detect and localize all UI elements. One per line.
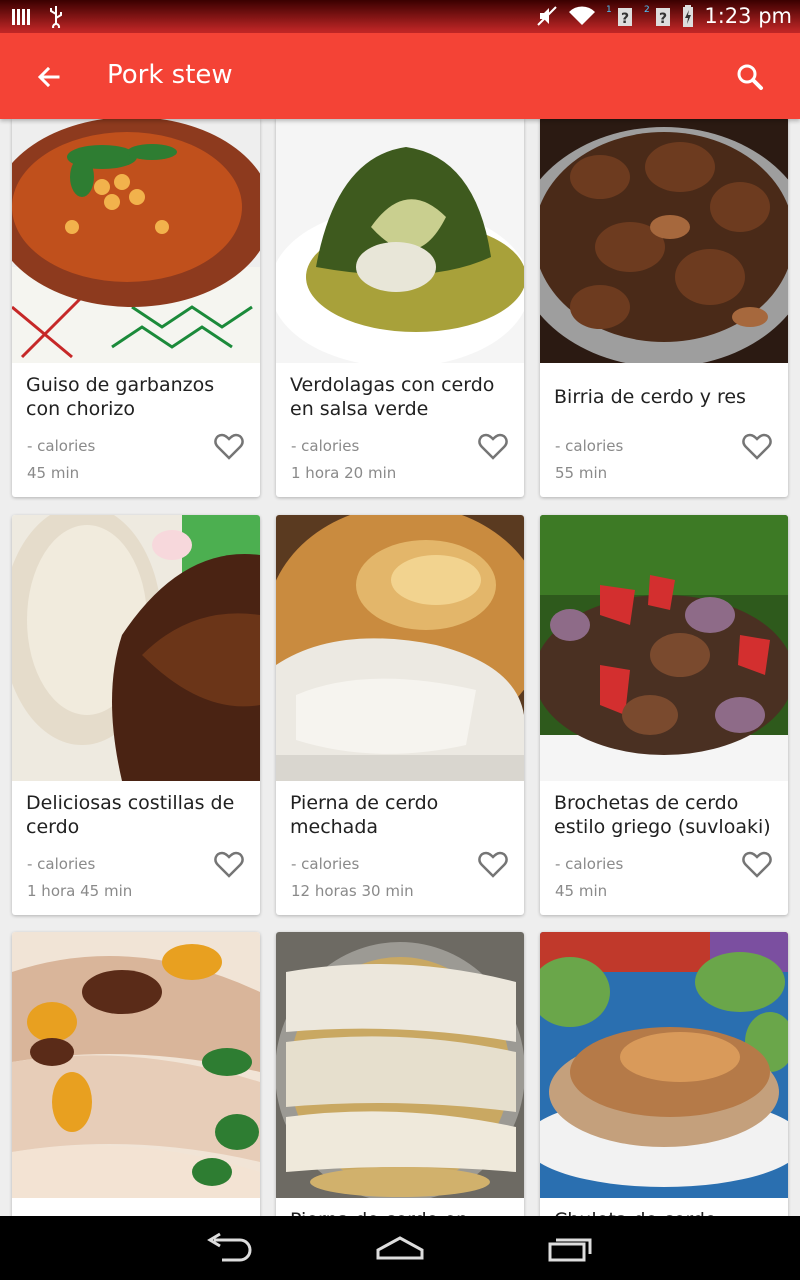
recipe-photo [276,515,524,781]
recipe-card[interactable]: Brochetas de cerdo estilo griego (suvloa… [540,515,788,915]
recipe-title: Chuleta de cerdo [554,1208,779,1216]
sim2-unknown-icon: 2? [644,5,671,27]
recipe-grid[interactable]: Guiso de garbanzos con chorizo - calorie… [0,119,800,1216]
recipe-photo [276,119,524,363]
heart-icon[interactable] [478,851,508,879]
recipe-title: Pierna de cerdo en salsa [290,1208,515,1216]
recipe-calories: - calories [291,855,360,873]
home-nav-icon[interactable] [370,1230,430,1266]
recipe-card[interactable]: Pierna de cerdo en salsa [276,932,524,1216]
heart-icon[interactable] [742,433,772,461]
recipe-card[interactable]: Guiso de garbanzos con chorizo - calorie… [12,119,260,497]
svg-text:2: 2 [644,5,650,15]
arrow-back-icon[interactable] [28,58,68,98]
recipe-calories: - calories [27,855,96,873]
recipe-photo [540,932,788,1198]
recipe-title: Verdolagas con cerdo en salsa verde [290,374,495,420]
recipe-title: Birria de cerdo y res [554,386,746,408]
usb-icon [50,6,62,28]
search-icon[interactable] [730,57,770,97]
svg-text:1: 1 [606,5,612,15]
wifi-icon [569,6,596,25]
recipe-photo [540,119,788,363]
recipe-title: Brochetas de cerdo estilo griego (suvloa… [554,792,771,838]
heart-icon[interactable] [214,851,244,879]
recipe-card[interactable]: Deliciosas costillas de cerdo - calories… [12,515,260,915]
recipe-calories: - calories [555,855,624,873]
mute-icon [537,6,558,26]
recipe-card[interactable]: Chuleta de cerdo [540,932,788,1216]
recents-nav-icon[interactable] [540,1230,600,1266]
recipe-card[interactable] [12,932,260,1216]
heart-icon[interactable] [478,433,508,461]
recipe-title: Pierna de cerdo mechada [290,792,439,838]
recipe-time: 45 min [27,464,80,482]
battery-charging-icon [683,5,694,27]
recipe-photo [12,119,260,363]
notification-bars-icon [12,9,30,25]
recipe-card[interactable]: Pierna de cerdo mechada - calories 12 ho… [276,515,524,915]
recipe-photo [12,932,260,1198]
heart-icon[interactable] [742,851,772,879]
recipe-time: 45 min [555,882,608,900]
recipe-card[interactable]: Verdolagas con cerdo en salsa verde - ca… [276,119,524,497]
sim1-unknown-icon: 1? [606,5,633,27]
recipe-card[interactable]: Birria de cerdo y res - calories 55 min [540,119,788,497]
recipe-photo [540,515,788,781]
heart-icon[interactable] [214,433,244,461]
svg-text:?: ? [659,11,667,27]
recipe-time: 1 hora 45 min [27,882,133,900]
recipe-title: Deliciosas costillas de cerdo [26,792,235,838]
recipe-time: 55 min [555,464,608,482]
app-bar: Pork stew [0,33,800,119]
status-time: 1:23 pm [704,4,792,28]
svg-text:?: ? [621,11,629,27]
status-bar: 1? 2? 1:23 pm [0,0,800,33]
recipe-photo [276,932,524,1198]
recipe-title: Guiso de garbanzos con chorizo [26,374,215,420]
page-title: Pork stew [107,60,233,90]
recipe-photo [12,515,260,781]
back-nav-icon[interactable] [200,1230,260,1266]
recipe-time: 1 hora 20 min [291,464,397,482]
navigation-bar [0,1216,800,1280]
recipe-calories: - calories [555,437,624,455]
recipe-calories: - calories [27,437,96,455]
recipe-calories: - calories [291,437,360,455]
recipe-time: 12 horas 30 min [291,882,414,900]
